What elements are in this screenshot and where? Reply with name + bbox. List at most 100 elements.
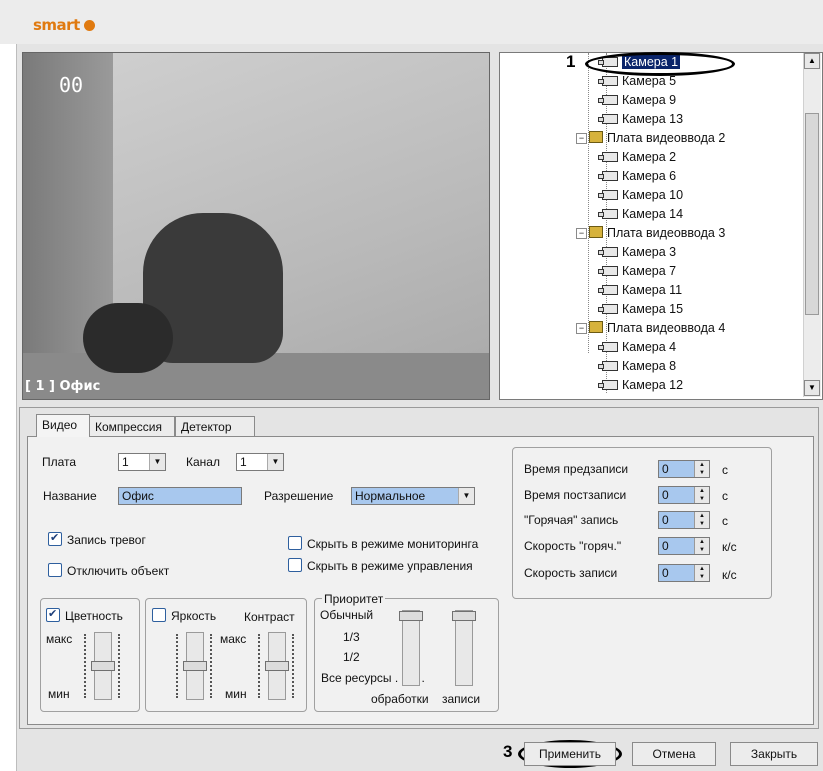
video-time-overlay: 00 [59, 73, 84, 97]
checkbox-icon[interactable] [48, 563, 62, 577]
name-label: Название [43, 489, 97, 503]
priority-normal-label: Обычный [320, 608, 374, 622]
spinner-icon[interactable]: ▲ ▼ [694, 512, 709, 528]
priority-processing-label: обработки [371, 692, 429, 706]
slider-knob[interactable] [91, 661, 115, 671]
brightness-checkbox[interactable]: Яркость [152, 608, 216, 624]
pre-record-input[interactable]: 0 ▲ ▼ [658, 460, 710, 478]
disable-object-checkbox[interactable]: Отключить объект [48, 563, 169, 579]
camera-icon [598, 209, 618, 219]
board-select[interactable]: 1 ▼ [118, 453, 166, 471]
tree-item-camera-3[interactable]: Камера 3 [598, 243, 676, 262]
tab-compression[interactable]: Компрессия [89, 416, 175, 437]
camera-icon [598, 285, 618, 295]
name-field[interactable]: Офис [118, 487, 242, 505]
contrast-label: Контраст [244, 610, 295, 624]
tree-item-board-2[interactable]: − Плата видеоввода 2 [576, 129, 725, 148]
board-icon [589, 321, 603, 333]
brightness-slider[interactable] [183, 632, 207, 700]
tree-item-camera-7[interactable]: Камера 7 [598, 262, 676, 281]
camera-icon [598, 152, 618, 162]
contrast-slider[interactable] [265, 632, 289, 700]
resolution-select[interactable]: Нормальное ▼ [351, 487, 475, 505]
camera-tree[interactable]: Камера 1 Камера 5 Камера 9 Камера 13 − Пл… [499, 52, 823, 400]
scrollbar-thumb[interactable] [805, 113, 819, 315]
slider-ticks [258, 634, 264, 698]
channel-label: Канал [186, 455, 220, 469]
slider-knob[interactable] [183, 661, 207, 671]
pre-record-label: Время предзаписи [524, 462, 629, 476]
slider-knob[interactable] [452, 611, 476, 621]
chevron-down-icon[interactable]: ▼ [149, 454, 165, 470]
tree-item-camera-14[interactable]: Камера 14 [598, 205, 683, 224]
post-record-unit: с [722, 489, 728, 503]
camera-icon [598, 76, 618, 86]
checkbox-checked-icon[interactable] [46, 606, 60, 622]
close-button[interactable]: Закрыть [730, 742, 818, 766]
collapse-icon[interactable]: − [576, 228, 587, 239]
hot-speed-input[interactable]: 0 ▲ ▼ [658, 537, 710, 555]
priority-half-label: 1/2 [343, 650, 360, 664]
slider-knob[interactable] [399, 611, 423, 621]
tree-item-board-4[interactable]: − Плата видеоввода 4 [576, 319, 725, 338]
checkbox-icon[interactable] [152, 608, 166, 622]
video-name-overlay: [ 1 ] Офис [25, 379, 101, 394]
tree-item-camera-10[interactable]: Камера 10 [598, 186, 683, 205]
apply-button[interactable]: Применить [524, 742, 616, 766]
checkbox-checked-icon[interactable] [48, 530, 62, 546]
scroll-down-icon[interactable]: ▼ [804, 380, 820, 396]
tree-item-camera-11[interactable]: Камера 11 [598, 281, 682, 300]
tree-item-camera-8[interactable]: Камера 8 [598, 357, 676, 376]
spinner-icon[interactable]: ▲ ▼ [694, 538, 709, 554]
callout-ring-1 [585, 52, 735, 76]
chevron-down-icon[interactable]: ▼ [267, 454, 283, 470]
tree-item-camera-12[interactable]: Камера 12 [598, 376, 683, 395]
hide-monitoring-checkbox[interactable]: Скрыть в режиме мониторинга [288, 536, 478, 552]
tree-item-camera-15[interactable]: Камера 15 [598, 300, 683, 319]
brightness-max-label: макс [220, 632, 247, 646]
tab-detector[interactable]: Детектор [175, 416, 255, 437]
spinner-icon[interactable]: ▲ ▼ [694, 461, 709, 477]
post-record-input[interactable]: 0 ▲ ▼ [658, 486, 710, 504]
tree-scrollbar[interactable]: ▲ ▼ [803, 53, 821, 397]
record-speed-input[interactable]: 0 ▲ ▼ [658, 564, 710, 582]
checkbox-icon[interactable] [288, 558, 302, 572]
logo-icon [83, 20, 95, 31]
tree-item-camera-2[interactable]: Камера 2 [598, 148, 676, 167]
tree-item-camera-9[interactable]: Камера 9 [598, 91, 676, 110]
channel-select[interactable]: 1 ▼ [236, 453, 284, 471]
color-slider[interactable] [91, 632, 115, 700]
video-preview: 00 [ 1 ] Офис [22, 52, 490, 400]
tree-item-camera-4[interactable]: Камера 4 [598, 338, 676, 357]
scroll-up-icon[interactable]: ▲ [804, 53, 820, 69]
spinner-icon[interactable]: ▲ ▼ [694, 565, 709, 581]
camera-icon [598, 266, 618, 276]
slider-ticks [118, 634, 124, 698]
priority-title: Приоритет [322, 592, 386, 606]
hot-record-input[interactable]: 0 ▲ ▼ [658, 511, 710, 529]
priority-recording-label: записи [442, 692, 481, 706]
camera-icon [598, 380, 618, 390]
record-speed-label: Скорость записи [524, 566, 618, 580]
processing-priority-slider[interactable] [399, 610, 423, 686]
alarm-record-checkbox[interactable]: Запись тревог [48, 530, 146, 548]
tab-video[interactable]: Видео [36, 414, 90, 437]
chevron-down-icon[interactable]: ▼ [458, 488, 474, 504]
spinner-icon[interactable]: ▲ ▼ [694, 487, 709, 503]
tree-item-board-3[interactable]: − Плата видеоввода 3 [576, 224, 725, 243]
color-checkbox[interactable]: Цветность [46, 606, 123, 624]
slider-knob[interactable] [265, 661, 289, 671]
camera-icon [598, 361, 618, 371]
collapse-icon[interactable]: − [576, 323, 587, 334]
tree-item-camera-6[interactable]: Камера 6 [598, 167, 676, 186]
cancel-button[interactable]: Отмена [632, 742, 716, 766]
color-max-label: макс [46, 632, 73, 646]
tree-line [588, 53, 589, 353]
recording-priority-slider[interactable] [452, 610, 476, 686]
tree-item-camera-13[interactable]: Камера 13 [598, 110, 683, 129]
checkbox-icon[interactable] [288, 536, 302, 550]
collapse-icon[interactable]: − [576, 133, 587, 144]
chair-seat-shape [83, 303, 173, 373]
hide-control-checkbox[interactable]: Скрыть в режиме управления [288, 558, 473, 574]
slider-ticks [84, 634, 90, 698]
